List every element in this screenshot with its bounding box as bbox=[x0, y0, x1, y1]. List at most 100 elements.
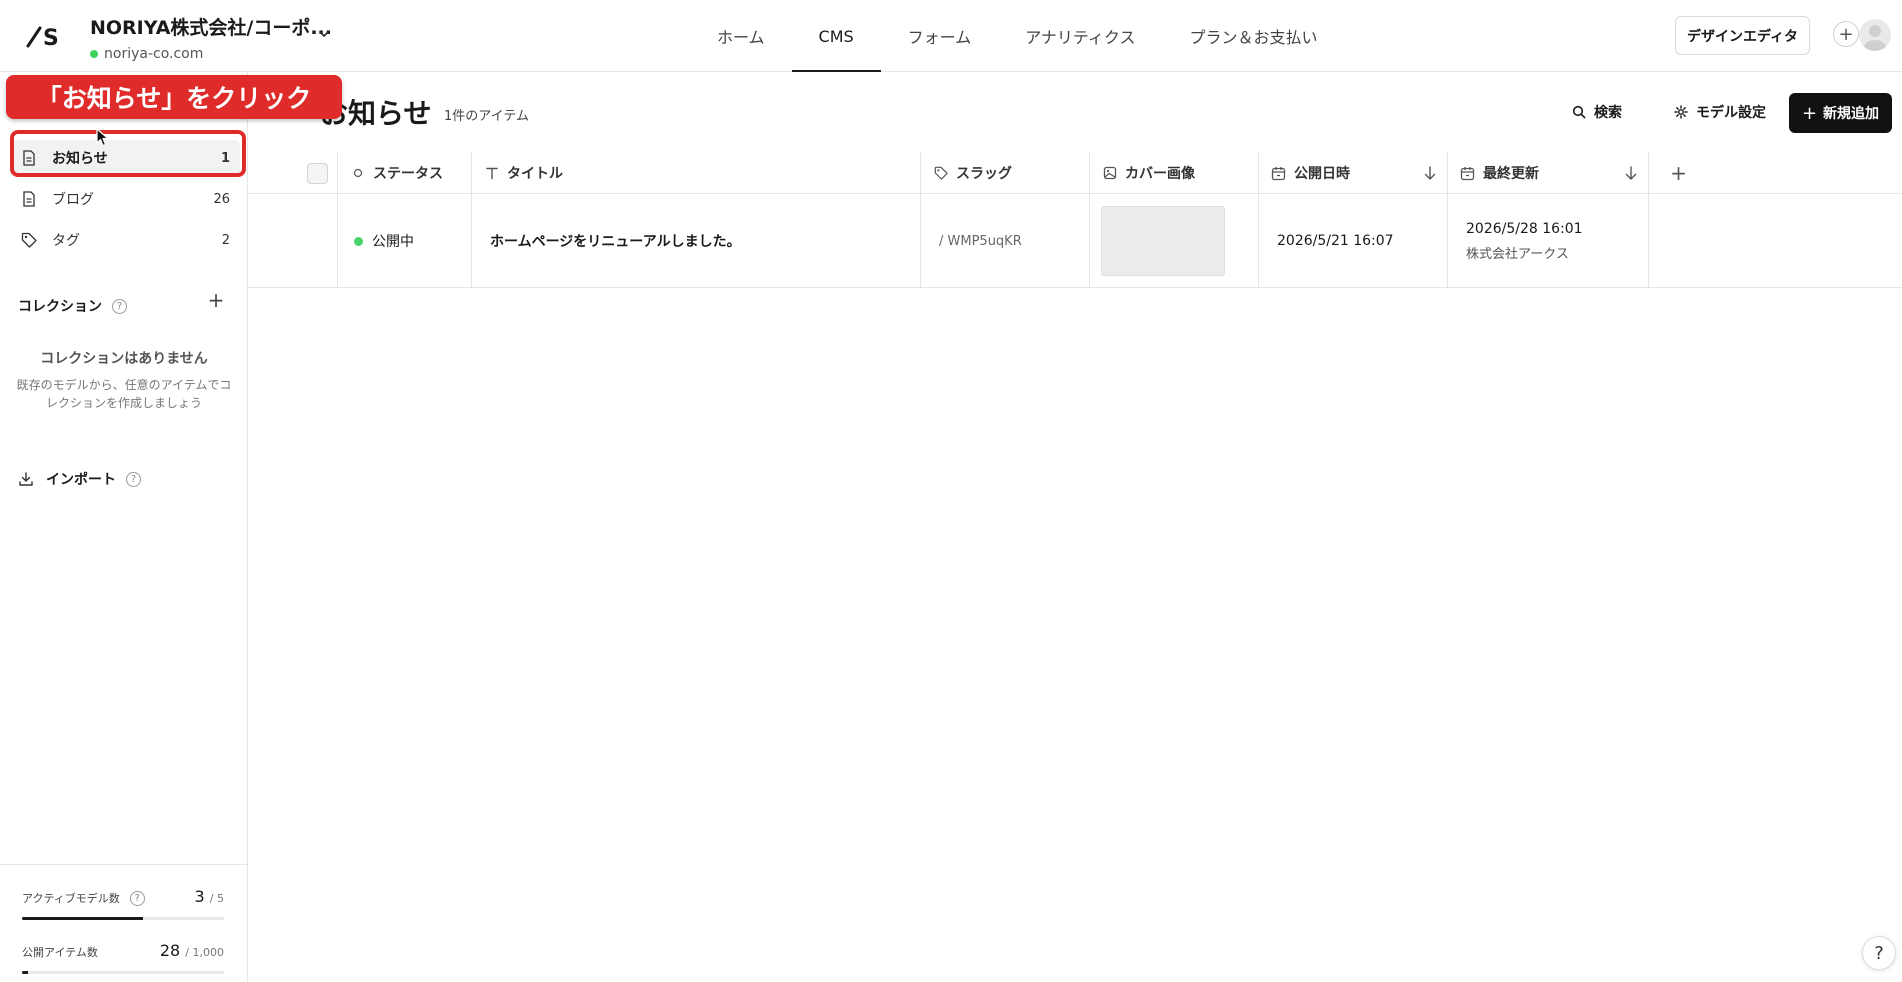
site-url: noriya-co.com bbox=[104, 46, 204, 62]
add-icon[interactable]: + bbox=[1833, 21, 1859, 47]
column-label: 公開日時 bbox=[1294, 166, 1350, 182]
updated-cell: 2026/5/28 16:01 株式会社アークス bbox=[1447, 194, 1648, 288]
status-dot bbox=[354, 236, 363, 246]
column-label: タイトル bbox=[507, 166, 563, 182]
progress-bar bbox=[22, 971, 224, 974]
updated-date: 2026/5/28 16:01 bbox=[1466, 220, 1583, 237]
main-nav: ホーム CMS フォーム アナリティクス プラン＆お支払い bbox=[690, 0, 1344, 72]
item-count: 1件のアイテム bbox=[444, 109, 529, 124]
add-new-button[interactable]: + 新規追加 bbox=[1789, 93, 1892, 133]
stat-value: 3 bbox=[194, 887, 205, 906]
nav-plan-billing[interactable]: プラン＆お支払い bbox=[1162, 0, 1344, 72]
help-icon[interactable]: ? bbox=[112, 298, 127, 314]
import-label: インポート bbox=[46, 472, 116, 488]
calendar-icon bbox=[1460, 166, 1475, 181]
sidebar-item-label: ブログ bbox=[52, 192, 94, 208]
slug-cell: / WMP5uqKR bbox=[920, 194, 1089, 288]
column-label: スラッグ bbox=[956, 166, 1012, 182]
sidebar-item-tags[interactable]: タグ 2 bbox=[10, 222, 240, 258]
progress-bar-fill bbox=[22, 971, 28, 974]
published-items-stat: 公開アイテム数 28 / 1,000 bbox=[22, 941, 224, 974]
status-badge: 公開中 bbox=[372, 234, 414, 250]
sidebar-item-blog[interactable]: ブログ 26 bbox=[10, 181, 240, 217]
sidebar-item-count: 26 bbox=[213, 191, 230, 207]
arrow-down-icon[interactable] bbox=[1624, 165, 1638, 181]
column-header-title[interactable]: タイトル bbox=[471, 152, 920, 194]
stat-label: アクティブモデル数 bbox=[22, 892, 120, 905]
online-status-dot bbox=[90, 50, 98, 58]
sidebar-item-label: タグ bbox=[52, 233, 80, 249]
plus-icon: + bbox=[1801, 102, 1818, 124]
search-icon bbox=[1572, 105, 1586, 119]
item-title: ホームページをリニューアルしました。 bbox=[490, 234, 741, 250]
arrow-down-icon[interactable] bbox=[1423, 165, 1437, 181]
progress-bar-fill bbox=[22, 917, 144, 920]
updated-by: 株式会社アークス bbox=[1466, 246, 1569, 262]
empty-collections-title: コレクションはありません bbox=[40, 351, 208, 367]
column-header-published-at[interactable]: 公開日時 bbox=[1258, 152, 1447, 194]
download-icon bbox=[19, 472, 33, 486]
column-header-cover-image[interactable]: カバー画像 bbox=[1089, 152, 1258, 194]
stat-max: / 1,000 bbox=[185, 946, 224, 959]
item-slug: / WMP5uqKR bbox=[939, 233, 1022, 249]
instruction-callout: 「お知らせ」をクリック bbox=[6, 75, 342, 119]
published-date: 2026/5/21 16:07 bbox=[1277, 233, 1394, 249]
nav-cms[interactable]: CMS bbox=[791, 0, 881, 72]
add-column-button[interactable]: + bbox=[1648, 152, 1708, 194]
empty-cell bbox=[1648, 194, 1902, 288]
chevron-down-icon[interactable] bbox=[318, 28, 330, 40]
add-collection-button[interactable]: + bbox=[206, 288, 226, 312]
published-cell: 2026/5/21 16:07 bbox=[1258, 194, 1447, 288]
stat-value: 28 bbox=[159, 941, 181, 960]
logo-icon[interactable]: S bbox=[26, 20, 66, 50]
mouse-cursor-icon bbox=[96, 128, 109, 147]
stat-max: / 5 bbox=[209, 892, 224, 905]
help-button[interactable]: ? bbox=[1862, 936, 1896, 970]
usage-stats: アクティブモデル数 ? 3 / 5 公開アイテム数 28 / 1,000 bbox=[0, 864, 248, 974]
nav-forms[interactable]: フォーム bbox=[881, 0, 999, 72]
top-header: S NORIYA株式会社/コーポ... noriya-co.com ホーム CM… bbox=[0, 0, 1902, 72]
cover-image-cell bbox=[1089, 194, 1258, 288]
text-type-icon bbox=[484, 166, 499, 181]
design-editor-button[interactable]: デザインエディタ bbox=[1675, 16, 1810, 55]
active-models-stat: アクティブモデル数 ? 3 / 5 bbox=[22, 887, 224, 920]
table-row[interactable]: 公開中 ホームページをリニューアルしました。 / WMP5uqKR 2026/5… bbox=[248, 194, 1902, 288]
tag-icon bbox=[20, 231, 38, 249]
document-icon bbox=[20, 190, 38, 208]
cover-image-placeholder bbox=[1101, 206, 1225, 276]
column-label: ステータス bbox=[373, 166, 443, 182]
select-all-checkbox[interactable] bbox=[307, 163, 328, 184]
model-settings-label: モデル設定 bbox=[1696, 105, 1766, 121]
help-icon[interactable]: ? bbox=[126, 471, 141, 487]
column-header-status[interactable]: ステータス bbox=[337, 152, 471, 194]
column-label: カバー画像 bbox=[1125, 166, 1195, 182]
user-icon bbox=[1864, 25, 1886, 51]
table-header: ステータス タイトル スラッグ カバー画像 公開日時 最終更新 + bbox=[248, 152, 1902, 194]
calendar-icon bbox=[1271, 166, 1286, 181]
collections-heading: コレクション ? bbox=[18, 296, 226, 316]
column-header-last-updated[interactable]: 最終更新 bbox=[1447, 152, 1648, 194]
column-header-slug[interactable]: スラッグ bbox=[920, 152, 1089, 194]
import-button[interactable]: インポート ? bbox=[18, 469, 141, 489]
progress-bar bbox=[22, 917, 224, 920]
help-icon[interactable]: ? bbox=[129, 890, 145, 906]
items-table: ステータス タイトル スラッグ カバー画像 公開日時 最終更新 + 公開中 ホー… bbox=[248, 152, 1902, 288]
column-label: 最終更新 bbox=[1483, 166, 1539, 182]
empty-collections-description: 既存のモデルから、任意のアイテムでコレクションを作成しましょう bbox=[16, 378, 232, 410]
search-button[interactable]: 検索 bbox=[1572, 100, 1622, 124]
search-label: 検索 bbox=[1594, 105, 1622, 121]
nav-analytics[interactable]: アナリティクス bbox=[998, 0, 1162, 72]
highlight-box bbox=[10, 130, 246, 177]
gear-icon bbox=[1674, 105, 1688, 119]
title-cell[interactable]: ホームページをリニューアルしました。 bbox=[471, 194, 920, 288]
collections-title: コレクション bbox=[18, 299, 102, 315]
stat-label: 公開アイテム数 bbox=[22, 946, 98, 959]
sidebar-item-count: 2 bbox=[221, 232, 230, 248]
model-settings-button[interactable]: モデル設定 bbox=[1674, 100, 1766, 124]
add-new-label: 新規追加 bbox=[1823, 106, 1880, 122]
status-cell: 公開中 bbox=[337, 194, 471, 288]
nav-home[interactable]: ホーム bbox=[690, 0, 792, 72]
tag-icon bbox=[933, 166, 948, 181]
avatar[interactable] bbox=[1859, 19, 1891, 51]
circle-icon bbox=[350, 166, 365, 181]
